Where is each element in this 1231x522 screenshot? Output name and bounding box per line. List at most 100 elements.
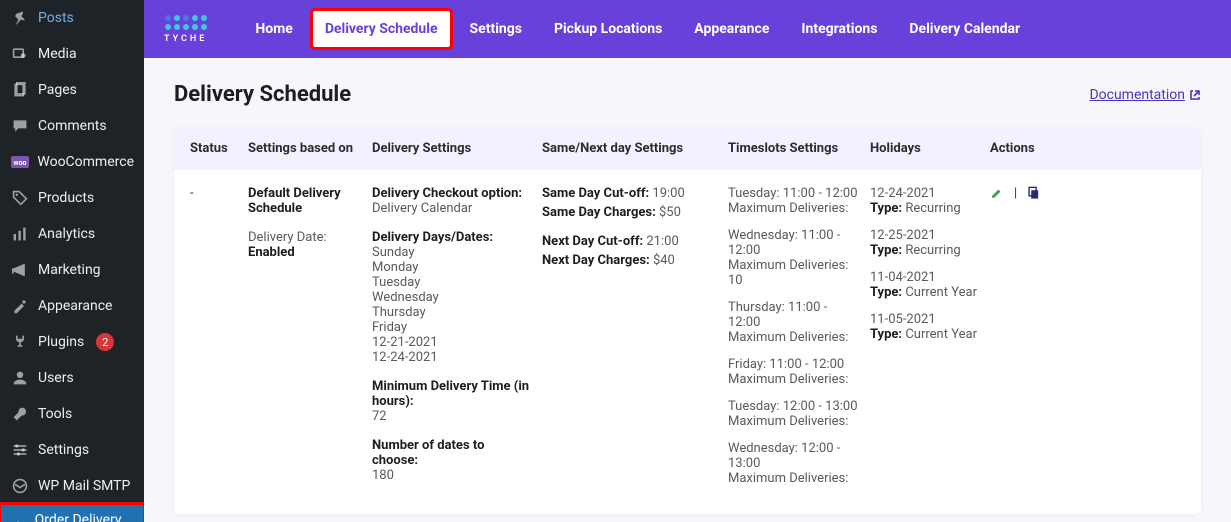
sidebar-item-woocommerce[interactable]: woo WooCommerce bbox=[0, 144, 144, 180]
sidebar-label: Settings bbox=[38, 442, 89, 458]
sidebar-label: Appearance bbox=[38, 298, 112, 314]
table-row: - Default Delivery Schedule Delivery Dat… bbox=[174, 170, 1201, 514]
tab-home[interactable]: Home bbox=[243, 11, 304, 47]
sidebar-label: WP Mail SMTP bbox=[38, 478, 130, 494]
sidebar-label: Media bbox=[38, 46, 77, 62]
checkout-label: Delivery Checkout option: bbox=[372, 186, 522, 201]
page-header: Delivery Schedule Documentation bbox=[174, 82, 1201, 107]
timeslot-max: Maximum Deliveries: 10 bbox=[728, 258, 848, 288]
sidebar-item-analytics[interactable]: Analytics bbox=[0, 216, 144, 252]
next-cutoff-label: Next Day Cut-off: bbox=[542, 234, 643, 249]
holiday-type-label: Type: bbox=[870, 327, 902, 342]
timeslot-max: Maximum Deliveries: bbox=[728, 372, 848, 387]
sidebar-item-tools[interactable]: Tools bbox=[0, 396, 144, 432]
holiday-type: Current Year bbox=[905, 327, 977, 342]
documentation-link[interactable]: Documentation bbox=[1089, 87, 1201, 103]
sidebar-label: Analytics bbox=[38, 226, 95, 242]
tyche-logo: TYCHE bbox=[164, 15, 219, 44]
sidebar-item-settings[interactable]: Settings bbox=[0, 432, 144, 468]
sidebar-item-marketing[interactable]: Marketing bbox=[0, 252, 144, 288]
sidebar-label: Products bbox=[38, 190, 94, 206]
same-cutoff-value: 19:00 bbox=[652, 186, 684, 201]
day: Friday bbox=[372, 320, 407, 335]
sidebar-item-media[interactable]: Media bbox=[0, 36, 144, 72]
sidebar-label: Posts bbox=[38, 10, 74, 26]
day: Tuesday bbox=[372, 275, 420, 290]
plugin-topbar: TYCHE Home Delivery Schedule Settings Pi… bbox=[144, 0, 1231, 58]
sidebar-item-products[interactable]: Products bbox=[0, 180, 144, 216]
timeslot-max: Maximum Deliveries: bbox=[728, 471, 848, 486]
days-label: Delivery Days/Dates: bbox=[372, 230, 493, 245]
th-timeslots: Timeslots Settings bbox=[728, 141, 870, 156]
same-charge-label: Same Day Charges: bbox=[542, 205, 656, 220]
same-cutoff-label: Same Day Cut-off: bbox=[542, 186, 649, 201]
tab-integrations[interactable]: Integrations bbox=[789, 11, 889, 47]
cell-status: - bbox=[190, 186, 248, 498]
table-header: Status Settings based on Delivery Settin… bbox=[174, 127, 1201, 170]
th-sameday: Same/Next day Settings bbox=[542, 141, 728, 156]
cell-timeslots: Tuesday: 11:00 - 12:00 Maximum Deliveries… bbox=[728, 186, 870, 498]
sidebar-item-comments[interactable]: Comments bbox=[0, 108, 144, 144]
cell-actions: | bbox=[990, 186, 1070, 498]
tab-appearance[interactable]: Appearance bbox=[682, 11, 781, 47]
timeslot-max: Maximum Deliveries: bbox=[728, 414, 848, 429]
sidebar-item-wp-mail-smtp[interactable]: WP Mail SMTP bbox=[0, 468, 144, 504]
cell-based: Default Delivery Schedule Delivery Date:… bbox=[248, 186, 372, 498]
edit-icon[interactable] bbox=[990, 186, 1004, 200]
page-content: Delivery Schedule Documentation Status S… bbox=[144, 58, 1231, 522]
sidebar-label: Order Delivery Date bbox=[35, 512, 134, 522]
th-delivery: Delivery Settings bbox=[372, 141, 542, 156]
next-charge-value: $40 bbox=[653, 253, 675, 268]
holiday-date: 12-24-2021 bbox=[870, 186, 936, 201]
same-charge-value: $50 bbox=[659, 205, 681, 220]
day: Thursday bbox=[372, 305, 426, 320]
analytics-icon bbox=[10, 224, 30, 244]
sidebar-label: Pages bbox=[38, 82, 77, 98]
holiday-type-label: Type: bbox=[870, 201, 902, 216]
sidebar-item-posts[interactable]: Posts bbox=[0, 0, 144, 36]
sidebar-item-pages[interactable]: Pages bbox=[0, 72, 144, 108]
holiday-date: 12-25-2021 bbox=[870, 228, 936, 243]
sidebar-label: Comments bbox=[38, 118, 107, 134]
schedule-title: Default Delivery Schedule bbox=[248, 186, 362, 216]
timeslot: Friday: 11:00 - 12:00 bbox=[728, 357, 844, 372]
sidebar-label: WooCommerce bbox=[37, 154, 134, 170]
num-dates-value: 180 bbox=[372, 468, 394, 483]
pages-icon bbox=[10, 80, 30, 100]
sidebar-label: Marketing bbox=[38, 262, 101, 278]
tab-pickup-locations[interactable]: Pickup Locations bbox=[542, 11, 674, 47]
timeslot: Thursday: 11:00 - 12:00 bbox=[728, 300, 827, 330]
documentation-label: Documentation bbox=[1089, 87, 1185, 103]
comments-icon bbox=[10, 116, 30, 136]
cell-holidays: 12-24-2021Type: Recurring 12-25-2021Type… bbox=[870, 186, 990, 498]
sidebar-item-plugins[interactable]: Plugins 2 bbox=[0, 324, 144, 360]
timeslot: Tuesday: 11:00 - 12:00 bbox=[728, 186, 858, 201]
holiday-type-label: Type: bbox=[870, 243, 902, 258]
holiday-date: 11-05-2021 bbox=[870, 312, 936, 327]
th-actions: Actions bbox=[990, 141, 1070, 156]
copy-icon[interactable] bbox=[1027, 186, 1041, 200]
delivery-date-value: Enabled bbox=[248, 245, 295, 260]
tab-delivery-schedule[interactable]: Delivery Schedule bbox=[313, 11, 450, 47]
sidebar-item-order-delivery-date[interactable]: Order Delivery Date bbox=[0, 504, 144, 522]
th-holidays: Holidays bbox=[870, 141, 990, 156]
timeslot: Tuesday: 12:00 - 13:00 bbox=[728, 399, 858, 414]
marketing-icon bbox=[10, 260, 30, 280]
tab-delivery-calendar[interactable]: Delivery Calendar bbox=[897, 11, 1032, 47]
tab-settings[interactable]: Settings bbox=[458, 11, 534, 47]
appearance-icon bbox=[10, 296, 30, 316]
day: Monday bbox=[372, 260, 418, 275]
num-dates-label: Number of dates to choose: bbox=[372, 438, 484, 468]
sidebar-label: Tools bbox=[38, 406, 72, 422]
day: 12-21-2021 bbox=[372, 335, 438, 350]
timeslot: Wednesday: 11:00 - 12:00 bbox=[728, 228, 840, 258]
th-status: Status bbox=[190, 141, 248, 156]
svg-text:woo: woo bbox=[13, 159, 26, 167]
th-based: Settings based on bbox=[248, 141, 372, 156]
sidebar-label: Plugins bbox=[38, 334, 84, 350]
sidebar-item-users[interactable]: Users bbox=[0, 360, 144, 396]
plugin-update-badge: 2 bbox=[96, 333, 114, 351]
tools-icon bbox=[10, 404, 30, 424]
cell-delivery: Delivery Checkout option: Delivery Calen… bbox=[372, 186, 542, 498]
sidebar-item-appearance[interactable]: Appearance bbox=[0, 288, 144, 324]
